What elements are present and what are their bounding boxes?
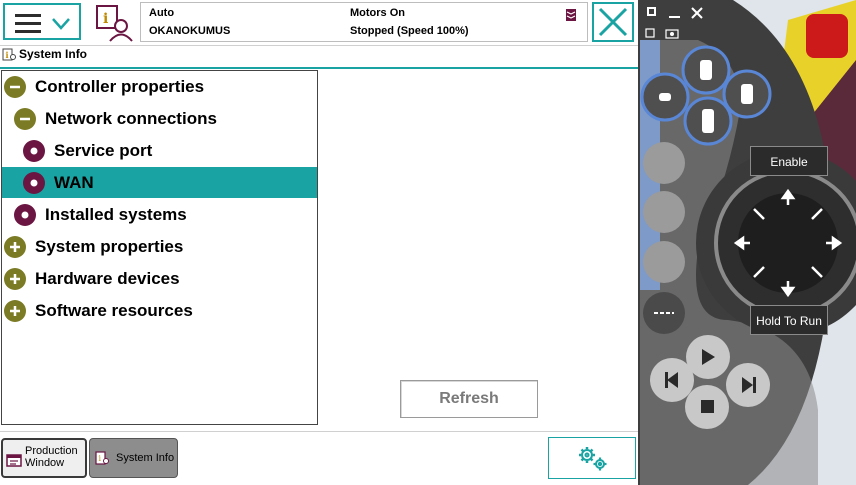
tree-node[interactable]: Network connections xyxy=(2,103,317,134)
expand-icon[interactable] xyxy=(4,236,26,258)
hold-to-run-button[interactable]: Hold To Run xyxy=(750,305,828,335)
tree-node-label: System properties xyxy=(35,237,184,256)
tree-node[interactable]: Controller properties xyxy=(2,71,317,102)
system-info-user-icon[interactable]: i xyxy=(95,4,135,42)
tree-node-label: Installed systems xyxy=(45,205,187,224)
tree-node[interactable]: Installed systems xyxy=(2,199,317,230)
system-info-task-label: System Info xyxy=(116,452,175,464)
leaf-node-icon xyxy=(23,172,45,194)
tree-node-label: Hardware devices xyxy=(35,269,180,288)
header-divider xyxy=(0,45,638,46)
window-title: i System Info xyxy=(2,47,87,67)
tree-node-label: Controller properties xyxy=(35,77,205,96)
title-underline xyxy=(0,67,638,69)
production-window-icon xyxy=(6,454,22,467)
chevron-down-icon xyxy=(52,18,70,30)
tree-node-label: Service port xyxy=(54,141,153,160)
leaf-node-icon xyxy=(14,204,36,226)
operating-mode: Auto xyxy=(149,7,175,19)
taskbar-divider xyxy=(0,431,638,432)
status-bar[interactable]: Auto OKANOKUMUS Motors On Stopped (Speed… xyxy=(140,2,588,42)
system-info-icon: i xyxy=(2,48,16,61)
restore-window-icon[interactable] xyxy=(647,7,656,16)
pendant-mini-icons xyxy=(645,28,679,39)
expand-icon[interactable] xyxy=(4,268,26,290)
tree-node[interactable]: Service port xyxy=(2,135,317,166)
status-flag-icon xyxy=(566,9,576,21)
flexpendant-panel: Enable Hold To Run xyxy=(638,0,856,485)
production-label-line2: Window xyxy=(25,457,65,469)
window-title-text: System Info xyxy=(19,47,88,61)
collapse-icon[interactable] xyxy=(4,76,26,98)
close-button[interactable] xyxy=(592,2,634,42)
tree-node[interactable]: Software resources xyxy=(2,295,317,326)
refresh-button[interactable]: Refresh xyxy=(400,380,538,418)
window-controls xyxy=(645,6,707,22)
svg-text:i: i xyxy=(99,454,102,463)
production-window-task[interactable]: Production Window xyxy=(1,438,87,478)
svg-text:i: i xyxy=(6,50,9,60)
program-state: Stopped (Speed 100%) xyxy=(350,25,469,37)
system-info-tree[interactable]: Controller properties Network connections… xyxy=(1,70,318,425)
flexpendant-body xyxy=(638,0,856,485)
tree-node[interactable]: WAN xyxy=(2,167,317,198)
tree-node-label: Software resources xyxy=(35,301,193,320)
system-name: OKANOKUMUS xyxy=(149,25,231,37)
minimize-window-icon[interactable] xyxy=(669,16,680,18)
enable-button[interactable]: Enable xyxy=(750,146,828,176)
settings-button[interactable] xyxy=(548,437,636,479)
svg-text:i: i xyxy=(103,11,108,27)
production-label-line1: Production xyxy=(25,445,78,457)
gears-icon xyxy=(579,447,607,471)
collapse-icon[interactable] xyxy=(14,108,36,130)
main-menu-button[interactable] xyxy=(3,3,81,40)
close-window-icon[interactable] xyxy=(690,6,704,20)
motors-state: Motors On xyxy=(350,7,405,19)
system-info-task-icon: i xyxy=(95,451,109,465)
tree-node[interactable]: System properties xyxy=(2,231,317,262)
close-icon xyxy=(598,7,628,37)
tree-node-label: Network connections xyxy=(45,109,217,128)
leaf-node-icon xyxy=(23,140,45,162)
tree-node[interactable]: Hardware devices xyxy=(2,263,317,294)
expand-icon[interactable] xyxy=(4,300,26,322)
system-info-task[interactable]: i System Info xyxy=(89,438,178,478)
hamburger-icon xyxy=(15,14,41,38)
tree-node-label: WAN xyxy=(54,173,94,192)
